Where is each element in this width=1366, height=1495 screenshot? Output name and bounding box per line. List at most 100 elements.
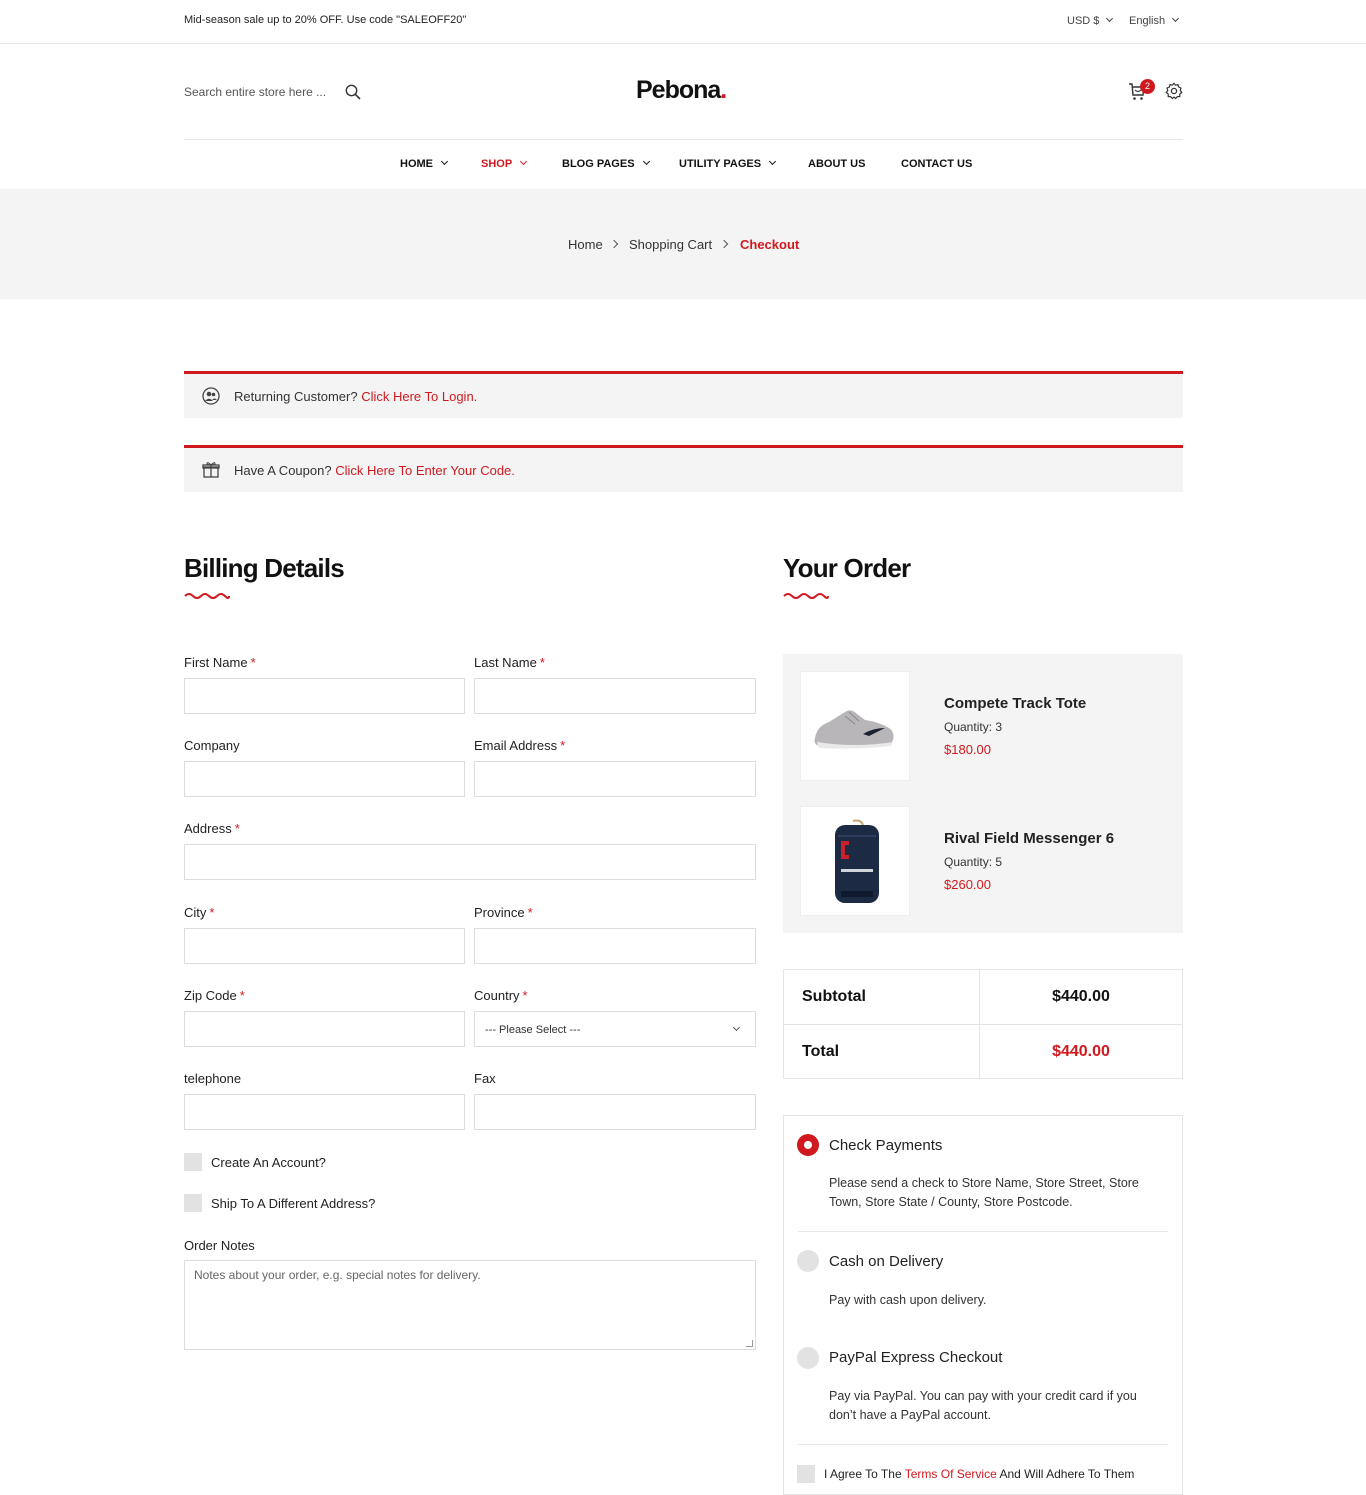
country-label: Country *	[474, 988, 528, 1003]
address-field[interactable]	[184, 844, 756, 880]
country-select-value: --- Please Select ---	[485, 1024, 581, 1036]
language-select[interactable]: English	[1129, 14, 1180, 27]
chevron-down-icon	[1172, 14, 1180, 23]
nav-home[interactable]: HOME	[400, 157, 449, 170]
subtotal-value: $440.00	[1052, 988, 1110, 1005]
login-link[interactable]: Click Here To Login.	[361, 389, 477, 404]
chevron-down-icon	[1106, 14, 1114, 23]
gift-icon	[202, 462, 220, 478]
payment-methods: Check Payments Please send a check to St…	[783, 1115, 1183, 1495]
email-label-text: Email Address	[474, 738, 558, 753]
telephone-label: telephone	[184, 1071, 242, 1086]
email-field[interactable]	[474, 761, 756, 797]
order-item-qty: Quantity: 3	[944, 720, 1003, 734]
search-input[interactable]: Search entire store here ...	[184, 85, 326, 99]
required-mark: *	[522, 988, 528, 1003]
fax-label: Fax	[474, 1071, 496, 1086]
subtotal-label: Subtotal	[802, 988, 866, 1005]
payment-method-title[interactable]: PayPal Express Checkout	[829, 1349, 1002, 1366]
province-label: Province *	[474, 905, 533, 920]
payment-method-title[interactable]: Cash on Delivery	[829, 1253, 943, 1270]
order-items-panel: Compete Track Tote Quantity: 3 $180.00 R…	[783, 654, 1183, 933]
chevron-down-icon	[769, 157, 777, 166]
returning-customer-notice: Returning Customer? Click Here To Login.	[184, 371, 1183, 418]
nav-shop-label: SHOP	[481, 158, 513, 170]
city-label-text: City	[184, 905, 207, 920]
returning-customer-text: Returning Customer?	[234, 389, 358, 404]
country-select[interactable]: --- Please Select ---	[474, 1011, 756, 1047]
product-image[interactable]	[801, 807, 909, 915]
address-label: Address *	[184, 821, 240, 836]
coupon-link[interactable]: Click Here To Enter Your Code.	[335, 463, 515, 478]
title-underline-wave	[783, 593, 829, 599]
required-mark: *	[239, 988, 245, 1003]
order-notes-placeholder: Notes about your order, e.g. special not…	[194, 1268, 481, 1282]
nav-about-us[interactable]: ABOUT US	[808, 158, 865, 170]
nav-contact-us[interactable]: CONTACT US	[901, 158, 972, 170]
breadcrumb-current: Checkout	[740, 237, 800, 252]
create-account-checkbox[interactable]	[184, 1153, 202, 1171]
required-mark: *	[539, 655, 545, 670]
create-account-label[interactable]: Create An Account?	[211, 1155, 326, 1170]
last-name-field[interactable]	[474, 678, 756, 714]
province-field[interactable]	[474, 928, 756, 964]
nav-shop[interactable]: SHOP	[481, 157, 528, 170]
zip-code-label: Zip Code *	[184, 988, 245, 1003]
order-notes-label: Order Notes	[184, 1238, 255, 1253]
terms-checkbox[interactable]	[797, 1465, 815, 1483]
agree-suffix: And Will Adhere To Them	[999, 1467, 1135, 1481]
order-item-qty: Quantity: 5	[944, 855, 1003, 869]
city-field[interactable]	[184, 928, 465, 964]
breadcrumb-shopping-cart[interactable]: Shopping Cart	[629, 237, 712, 252]
payment-method-title[interactable]: Check Payments	[829, 1137, 942, 1154]
required-mark: *	[209, 905, 215, 920]
province-label-text: Province	[474, 905, 525, 920]
total-value: $440.00	[1052, 1043, 1110, 1060]
last-name-label: Last Name *	[474, 655, 545, 670]
company-field[interactable]	[184, 761, 465, 797]
nav-utility-pages[interactable]: UTILITY PAGES	[679, 157, 777, 170]
last-name-label-text: Last Name	[474, 655, 537, 670]
nav-blog-pages[interactable]: BLOG PAGES	[562, 157, 650, 170]
user-icon	[202, 387, 220, 405]
first-name-label: First Name *	[184, 655, 256, 670]
terms-of-service-link[interactable]: Terms Of Service	[905, 1467, 997, 1481]
nav-utility-label: UTILITY PAGES	[679, 158, 762, 170]
chevron-down-icon	[440, 157, 449, 166]
order-item-name[interactable]: Rival Field Messenger 6	[944, 830, 1114, 847]
currency-label: USD $	[1067, 15, 1100, 27]
site-logo[interactable]: Pebona.	[636, 76, 727, 105]
telephone-field[interactable]	[184, 1094, 465, 1130]
product-image[interactable]	[801, 672, 909, 780]
payment-method-desc: Pay via PayPal. You can pay with your cr…	[829, 1389, 1137, 1422]
check-payments-radio[interactable]	[797, 1134, 819, 1156]
address-label-text: Address	[184, 821, 232, 836]
gear-icon[interactable]	[1165, 82, 1183, 100]
first-name-label-text: First Name	[184, 655, 248, 670]
first-name-field[interactable]	[184, 678, 465, 714]
cash-on-delivery-radio[interactable]	[797, 1250, 819, 1272]
country-label-text: Country	[474, 988, 520, 1003]
currency-select[interactable]: USD $	[1067, 14, 1114, 27]
nav-blog-label: BLOG PAGES	[562, 158, 635, 170]
backpack-image	[835, 819, 879, 903]
terms-agreement: I Agree To The Terms Of Service And Will…	[824, 1467, 1134, 1481]
zip-code-field[interactable]	[184, 1011, 465, 1047]
ship-different-checkbox[interactable]	[184, 1194, 202, 1212]
search-icon[interactable]	[345, 84, 361, 100]
ship-different-label[interactable]: Ship To A Different Address?	[211, 1196, 375, 1211]
title-underline-wave	[184, 593, 230, 599]
coupon-notice: Have A Coupon? Click Here To Enter Your …	[184, 445, 1183, 492]
payment-divider	[798, 1444, 1168, 1445]
resize-handle-icon[interactable]	[746, 1340, 753, 1347]
payment-method-desc: Pay with cash upon delivery.	[829, 1293, 987, 1307]
agree-prefix: I Agree To The	[824, 1467, 902, 1481]
paypal-express-radio[interactable]	[797, 1347, 819, 1369]
order-notes-textarea[interactable]: Notes about your order, e.g. special not…	[184, 1260, 756, 1350]
fax-field[interactable]	[474, 1094, 756, 1130]
order-totals-table: Subtotal $440.00 Total $440.00	[783, 969, 1183, 1079]
required-mark: *	[250, 655, 256, 670]
coupon-text: Have A Coupon?	[234, 463, 332, 478]
breadcrumb-home[interactable]: Home	[568, 237, 603, 252]
order-item-name[interactable]: Compete Track Tote	[944, 695, 1086, 712]
